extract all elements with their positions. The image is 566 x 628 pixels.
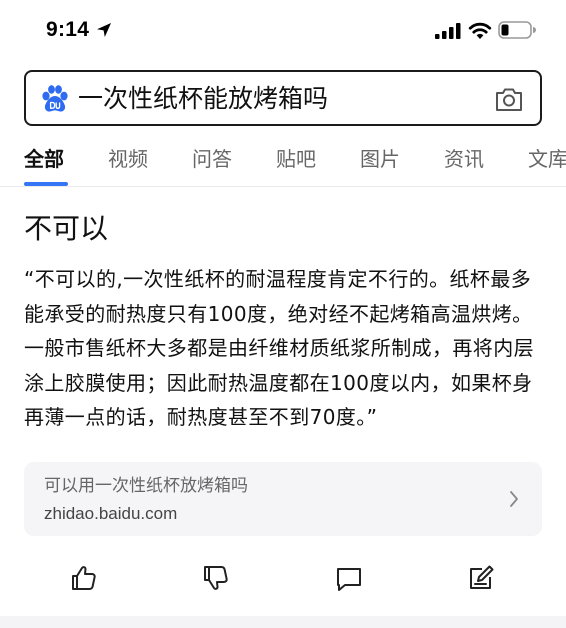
answer-body: “不可以的,一次性纸杯的耐温程度肯定不行的。纸杯最多能承受的耐热度只有100度，… <box>24 267 534 429</box>
tab-all[interactable]: 全部 <box>24 146 64 172</box>
page: 9:14 一次性纸杯能放烤箱吗 全部 视频 问答 贴吧 图片 资讯 文库 不可以… <box>0 0 566 628</box>
cellular-signal-icon <box>435 23 461 39</box>
location-arrow-icon <box>97 23 111 37</box>
tab-qa[interactable]: 问答 <box>192 146 232 172</box>
bottom-separator <box>0 616 566 628</box>
search-query-text[interactable]: 一次性纸杯能放烤箱吗 <box>78 82 328 116</box>
status-time: 9:14 <box>46 18 90 41</box>
tab-news[interactable]: 资讯 <box>444 146 484 172</box>
search-tabs: 全部 视频 问答 贴吧 图片 资讯 文库 <box>0 140 566 188</box>
thumbs-up-icon[interactable] <box>66 560 102 596</box>
source-card[interactable]: 可以用一次性纸杯放烤箱吗 zhidao.baidu.com <box>24 462 542 536</box>
status-bar: 9:14 <box>0 0 566 62</box>
battery-icon <box>498 21 536 39</box>
tab-tieba[interactable]: 贴吧 <box>276 146 316 172</box>
answer-action-bar <box>0 556 566 600</box>
tab-images[interactable]: 图片 <box>360 146 400 172</box>
camera-icon[interactable] <box>494 85 524 113</box>
tabs-divider <box>0 186 566 187</box>
baidu-paw-icon <box>42 85 68 112</box>
comment-icon[interactable] <box>331 560 367 596</box>
source-title: 可以用一次性纸杯放烤箱吗 <box>44 476 248 496</box>
tab-video[interactable]: 视频 <box>108 146 148 172</box>
thumbs-down-icon[interactable] <box>198 560 234 596</box>
wifi-icon <box>468 22 492 39</box>
edit-icon[interactable] <box>463 560 499 596</box>
tab-wenku[interactable]: 文库 <box>528 146 566 172</box>
source-url: zhidao.baidu.com <box>44 504 178 523</box>
chevron-right-icon <box>510 491 518 507</box>
search-box[interactable]: 一次性纸杯能放烤箱吗 <box>24 70 542 126</box>
answer-title: 不可以 <box>24 212 109 245</box>
